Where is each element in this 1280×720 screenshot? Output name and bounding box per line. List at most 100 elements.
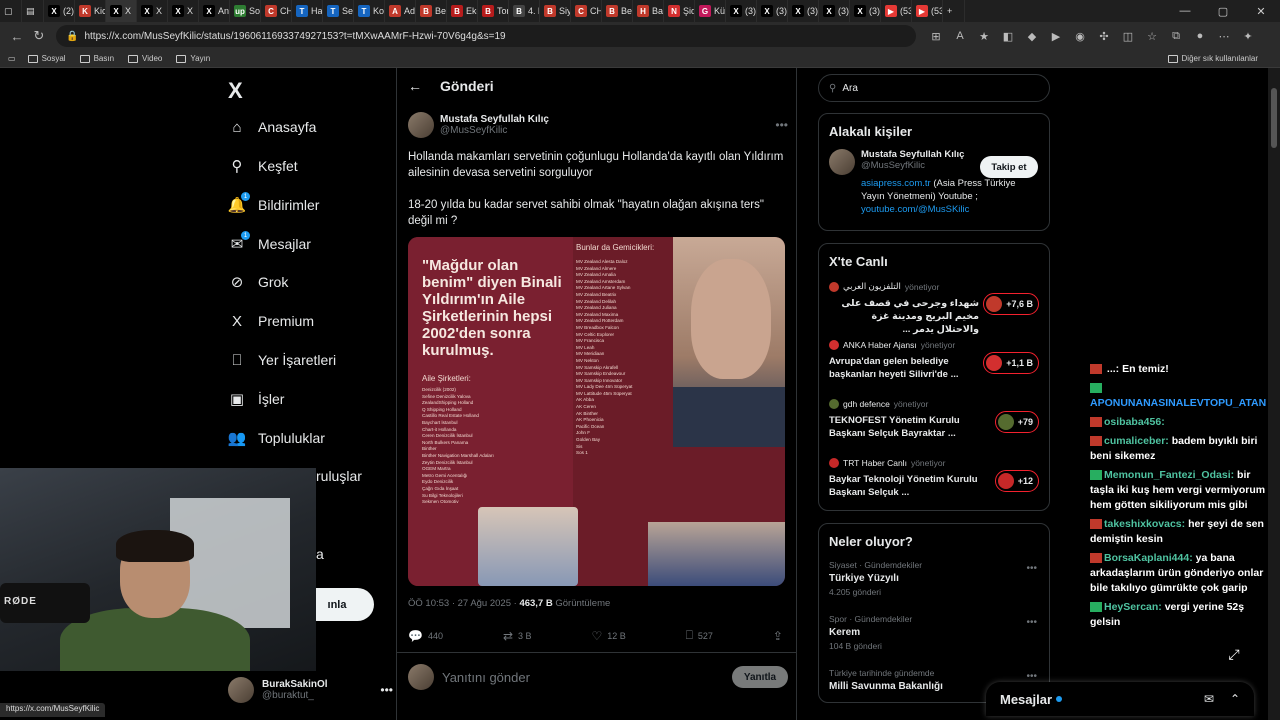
browser-tab[interactable]: X(2) I: [44, 0, 75, 22]
trend-more-icon[interactable]: •••: [1026, 617, 1037, 628]
reply-submit-button[interactable]: Yanıtla: [732, 666, 788, 688]
more-dots-icon[interactable]: •••: [380, 683, 393, 697]
nav-item[interactable]: a: [316, 546, 324, 562]
new-tab-button[interactable]: +: [943, 0, 965, 22]
browser-tab[interactable]: X (3): [819, 0, 850, 22]
browser-tab[interactable]: X (3): [726, 0, 757, 22]
like-action[interactable]: ♡ 12 B: [591, 628, 625, 643]
chat-username[interactable]: osibaba456:: [1104, 416, 1165, 428]
browser-tab[interactable]: HBak: [633, 0, 664, 22]
nav-item[interactable]: ▣ İşler: [228, 390, 285, 408]
trend-more-icon[interactable]: •••: [1026, 671, 1037, 682]
repost-action[interactable]: ⇄ 3 B: [503, 628, 532, 643]
youtube-ext-icon[interactable]: ▶: [1044, 30, 1068, 43]
chat-popout-icon[interactable]: ⤢: [1218, 640, 1250, 668]
close-window-button[interactable]: ✕: [1242, 5, 1280, 18]
profile-avatar-icon[interactable]: ●: [1188, 30, 1212, 43]
refresh-button[interactable]: ↻: [28, 28, 50, 44]
author-avatar[interactable]: [408, 112, 434, 138]
bookmark-folder[interactable]: Basın: [79, 54, 114, 63]
collections-icon[interactable]: ⧉: [1164, 30, 1188, 43]
extension-icon[interactable]: ◆: [1020, 30, 1044, 43]
copilot-icon[interactable]: ✦: [1236, 30, 1260, 43]
chat-username[interactable]: HeySercan:: [1104, 601, 1162, 613]
more-icon[interactable]: ⋯: [1212, 30, 1236, 43]
grid-icon[interactable]: ⊞: [924, 30, 948, 43]
browser-tab[interactable]: XX: [168, 0, 199, 22]
extension-icon[interactable]: ◧: [996, 30, 1020, 43]
browser-tab[interactable]: TKon: [354, 0, 385, 22]
nav-item[interactable]: ⚲ Keşfet: [228, 157, 298, 175]
extension-icon[interactable]: ◉: [1068, 30, 1092, 43]
chat-username[interactable]: cumaliceber:: [1104, 435, 1169, 447]
post-more-icon[interactable]: •••: [775, 118, 788, 132]
browser-tab[interactable]: AAda: [385, 0, 416, 22]
reading-icon[interactable]: ▭: [8, 54, 16, 63]
other-bookmarks[interactable]: Diğer sık kullanılanlar: [1167, 54, 1258, 63]
browser-tab[interactable]: BEko: [447, 0, 478, 22]
browser-tab[interactable]: BBey: [416, 0, 447, 22]
live-item[interactable]: gdh defence yönetiyor TEKNOFEST Yönetim Ku…: [819, 393, 1049, 452]
browser-tab[interactable]: BSiya: [540, 0, 571, 22]
browser-tab[interactable]: XX: [106, 0, 137, 22]
browser-tab[interactable]: KKick: [75, 0, 106, 22]
nav-item[interactable]: ✉ 1 Mesajlar: [228, 231, 311, 253]
bio-link[interactable]: youtube.com/@MusSKilic: [861, 204, 969, 215]
live-item[interactable]: التلفزيون العربي yönetiyor شهداء وجرحى في …: [819, 275, 1049, 335]
bookmark-action[interactable]: ⎕ 527: [686, 628, 713, 643]
follow-button[interactable]: Takip et: [980, 156, 1038, 178]
nav-item[interactable]: ⎕ Yer İşaretleri: [228, 351, 336, 369]
author-handle[interactable]: @MusSeyfKilic: [440, 125, 549, 136]
bookmark-folder[interactable]: Yayın: [176, 54, 210, 63]
scrollbar-thumb[interactable]: [1271, 88, 1277, 148]
post-time[interactable]: ÖÖ 10:53 · 27 Ağu 2025 ·: [408, 598, 519, 609]
live-item[interactable]: ANKA Haber Ajansı yönetiyor Avrupa'dan gel…: [819, 334, 1049, 393]
page-scrollbar[interactable]: [1268, 68, 1280, 720]
url-field[interactable]: 🔒 https://x.com/MusSeyfKilic/status/1960…: [56, 25, 916, 47]
browser-tab[interactable]: X (3): [757, 0, 788, 22]
chat-username[interactable]: Memonun_Fantezi_Odasi:: [1104, 469, 1234, 481]
nav-item[interactable]: X Premium: [228, 312, 314, 330]
nav-item[interactable]: ⊘ Grok: [228, 273, 289, 291]
browser-tab[interactable]: BBey: [602, 0, 633, 22]
nav-item[interactable]: 🔔 1 Bildirimler: [228, 192, 319, 214]
browser-tab[interactable]: upSon: [230, 0, 261, 22]
bookmark-folder[interactable]: Video: [128, 54, 162, 63]
browser-tab[interactable]: ▶ (53: [881, 0, 912, 22]
trend-item[interactable]: Siyaset · Gündemdekiler Türkiye Yüzyılı 4.…: [819, 555, 1049, 609]
minimize-button[interactable]: —: [1166, 5, 1204, 18]
post-image[interactable]: "Mağdur olan benim" diyen Binali Yıldırı…: [408, 237, 785, 586]
tab-list[interactable]: ▤: [22, 0, 44, 22]
browser-tab[interactable]: BTon: [478, 0, 509, 22]
account-switcher[interactable]: BurakSakinOl @buraktut_ •••: [228, 672, 393, 708]
browser-tab[interactable]: THali: [292, 0, 323, 22]
browser-tab[interactable]: B4. li: [509, 0, 540, 22]
back-arrow-icon[interactable]: ←: [408, 78, 422, 94]
browser-tab[interactable]: XX: [137, 0, 168, 22]
nav-item[interactable]: ⌂ Anasayfa: [228, 118, 316, 136]
chat-username[interactable]: BorsaKaplani444:: [1104, 552, 1193, 564]
new-message-icon[interactable]: ✉: [1204, 692, 1214, 706]
reply-action[interactable]: 💬 440: [408, 628, 443, 643]
bookmark-folder[interactable]: Sosyal: [27, 54, 66, 63]
browser-tab[interactable]: GKür: [695, 0, 726, 22]
puzzle-icon[interactable]: ✣: [1092, 30, 1116, 43]
nav-item[interactable]: ruluşlar: [316, 468, 362, 484]
trend-item[interactable]: Spor · Gündemdekiler Kerem 104 B gönderi ••…: [819, 609, 1049, 663]
browser-tab[interactable]: CCHF: [571, 0, 602, 22]
live-item[interactable]: TRT Haber Canlı yönetiyor Baykar Teknoloji…: [819, 452, 1049, 511]
back-browser-button[interactable]: ←: [6, 29, 28, 44]
expand-up-icon[interactable]: ⌃: [1230, 692, 1240, 706]
browser-tab[interactable]: NŞidd: [664, 0, 695, 22]
nav-item[interactable]: 👥 Topluluklar: [228, 429, 325, 447]
browser-tab[interactable]: X (3): [788, 0, 819, 22]
messages-drawer[interactable]: Mesajlar ✉ ⌃: [986, 682, 1254, 716]
share-action[interactable]: ⇪: [773, 628, 788, 643]
x-logo-icon[interactable]: X: [228, 78, 243, 104]
bio-link[interactable]: asiapress.com.tr: [861, 178, 931, 189]
read-aloud-icon[interactable]: A: [948, 30, 972, 43]
browser-tab[interactable]: ▶ (53: [912, 0, 943, 22]
chat-username[interactable]: APONUNANASINALEVTOPU_ATAN: [1090, 397, 1266, 409]
reply-input[interactable]: Yanıtını gönder: [442, 670, 530, 685]
author-name[interactable]: Mustafa Seyfullah Kılıç: [440, 114, 549, 125]
